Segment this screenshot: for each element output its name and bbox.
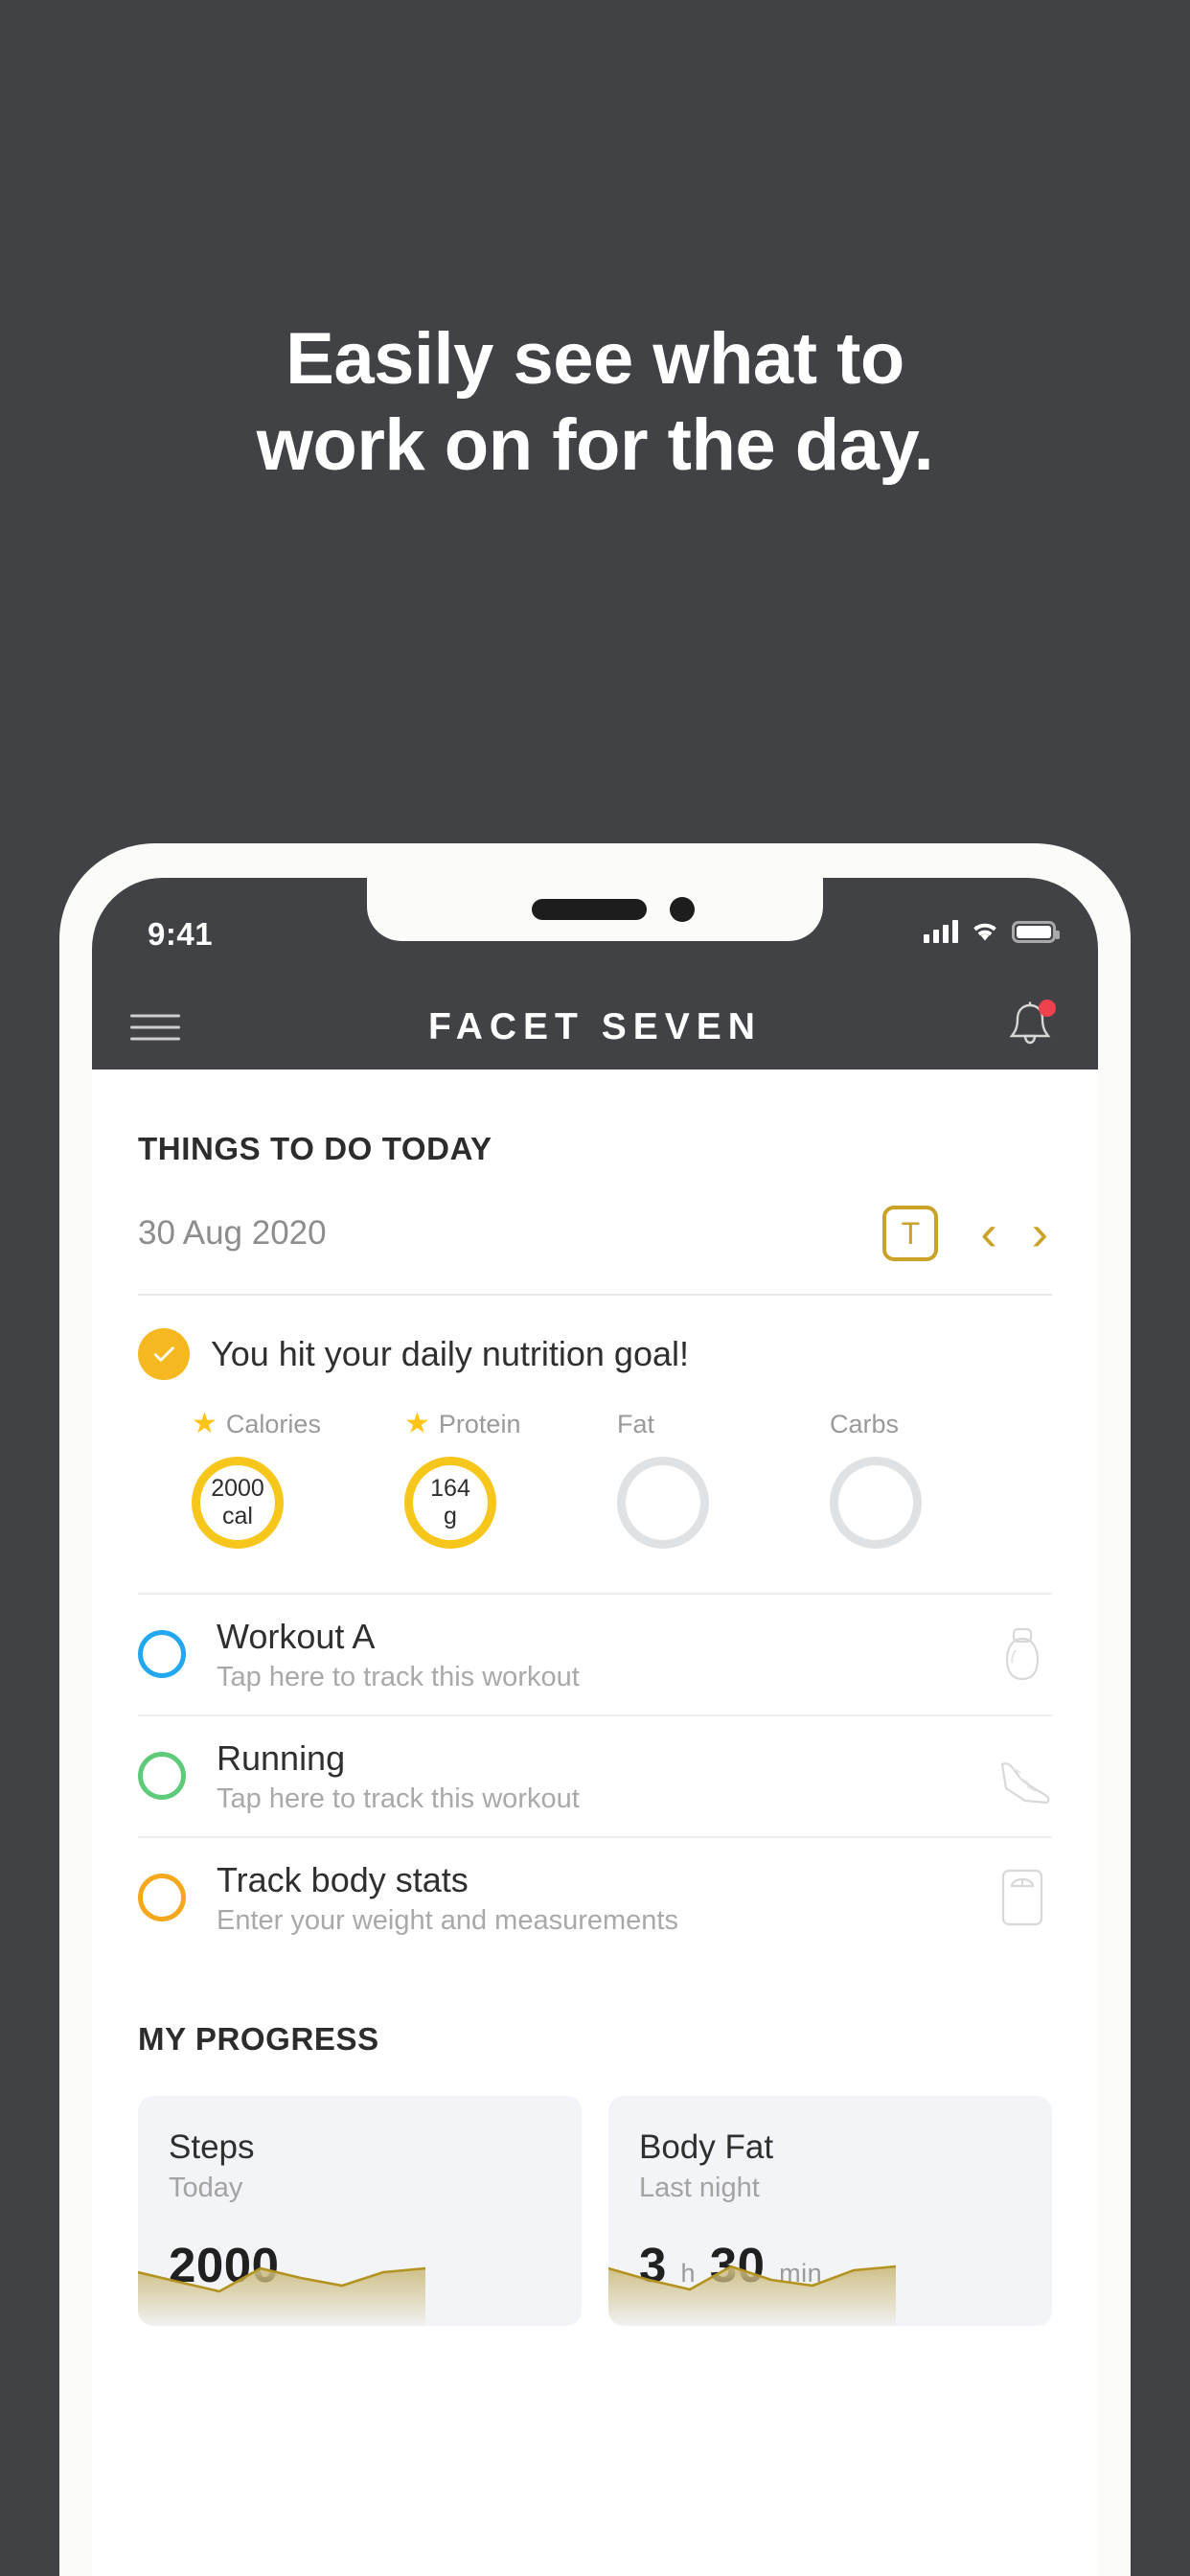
- metric-value: 164: [430, 1474, 470, 1502]
- today-button[interactable]: T: [882, 1206, 939, 1261]
- running-shoe-icon: [1000, 1762, 1050, 1805]
- task-title: Workout A: [217, 1617, 376, 1656]
- bodyfat-sparkline-chart: [608, 2265, 896, 2326]
- task-subtitle: Tap here to track this workout: [217, 1782, 580, 1814]
- status-indicators: [924, 920, 1060, 943]
- star-icon: ★: [404, 1408, 430, 1439]
- task-toggle-circle[interactable]: [138, 1874, 186, 1922]
- list-item[interactable]: Track body stats Enter your weight and m…: [138, 1835, 1052, 1958]
- metric-unit: g: [444, 1503, 457, 1530]
- nutrition-metric[interactable]: ★ Calories 2000 cal: [192, 1405, 404, 1549]
- list-item[interactable]: Workout A Tap here to track this workout: [138, 1593, 1052, 1714]
- section-title-todo: THINGS TO DO TODAY: [138, 1131, 492, 1166]
- promo-headline: Easily see what to work on for the day.: [0, 316, 1190, 488]
- task-title: Running: [217, 1737, 346, 1778]
- main-content: THINGS TO DO TODAY 30 Aug 2020 T ‹ › You…: [92, 1070, 1098, 2326]
- progress-card-list: Steps Today 2000 Body Fat Last night 3 h…: [138, 2095, 1052, 2326]
- metric-label-row: Carbs: [830, 1405, 1042, 1443]
- nutrition-message: You hit your daily nutrition goal!: [211, 1334, 689, 1373]
- metric-label-row: Fat: [617, 1405, 830, 1443]
- metric-label: Carbs: [830, 1409, 900, 1438]
- phone-screen: 9:41 FACET SEVEN THINGS TO DO TODAY 30 A…: [92, 878, 1098, 2576]
- metric-unit: cal: [222, 1503, 253, 1530]
- task-text: Workout A Tap here to track this workout: [217, 1616, 993, 1693]
- notch-camera: [670, 897, 695, 922]
- progress-card-steps[interactable]: Steps Today 2000: [138, 2095, 582, 2326]
- app-header: FACET SEVEN: [92, 985, 1098, 1070]
- nutrition-rings: ★ Calories 2000 cal ★ Protein 164 g Fat …: [138, 1405, 1052, 1549]
- phone-notch: [367, 878, 823, 941]
- metric-label: Calories: [225, 1409, 321, 1438]
- nutrition-header: You hit your daily nutrition goal!: [138, 1328, 1052, 1380]
- task-subtitle: Enter your weight and measurements: [217, 1904, 678, 1936]
- date-navigation-row: 30 Aug 2020 T ‹ ›: [138, 1167, 1052, 1296]
- nutrition-block[interactable]: You hit your daily nutrition goal! ★ Cal…: [138, 1296, 1052, 1560]
- nutrition-metric[interactable]: Carbs: [830, 1405, 1042, 1549]
- headline-line-2: work on for the day.: [256, 403, 934, 486]
- task-list: Workout A Tap here to track this workout…: [138, 1593, 1052, 1958]
- chevron-right-icon[interactable]: ›: [1032, 1208, 1048, 1258]
- metric-label: Fat: [617, 1409, 655, 1438]
- metric-ring: [830, 1457, 922, 1549]
- wifi-icon: [973, 923, 996, 941]
- metric-label: Protein: [438, 1409, 521, 1438]
- task-title: Track body stats: [217, 1859, 469, 1899]
- metric-ring: [617, 1457, 709, 1549]
- status-bar: 9:41: [92, 878, 1098, 985]
- metric-label-row: ★ Calories: [192, 1405, 404, 1443]
- task-subtitle: Tap here to track this workout: [217, 1661, 580, 1692]
- app-title: FACET SEVEN: [428, 1006, 762, 1047]
- steps-sparkline-chart: [138, 2266, 425, 2326]
- kettlebell-icon: [1005, 1628, 1040, 1681]
- task-text: Running Tap here to track this workout: [217, 1737, 993, 1815]
- star-icon: ★: [192, 1408, 217, 1439]
- card-title: Steps: [169, 2128, 255, 2166]
- list-item[interactable]: Running Tap here to track this workout: [138, 1714, 1052, 1836]
- phone-mockup-frame: 9:41 FACET SEVEN THINGS TO DO TODAY 30 A…: [59, 843, 1131, 2576]
- task-text: Track body stats Enter your weight and m…: [217, 1859, 993, 1937]
- battery-icon: [1012, 921, 1060, 943]
- cellular-signal-icon: [924, 920, 958, 943]
- nutrition-metric[interactable]: Fat: [617, 1405, 830, 1549]
- notification-button[interactable]: [1002, 998, 1058, 1057]
- notch-speaker: [532, 899, 647, 920]
- section-title-progress: MY PROGRESS: [138, 2020, 379, 2057]
- check-icon: [138, 1328, 190, 1380]
- task-toggle-circle[interactable]: [138, 1752, 186, 1801]
- progress-card-bodyfat[interactable]: Body Fat Last night 3 h 30 min: [608, 2095, 1052, 2326]
- weight-scale-icon: [1001, 1870, 1043, 1926]
- notification-badge: [1039, 1000, 1056, 1017]
- task-toggle-circle[interactable]: [138, 1630, 186, 1679]
- check-glyph: [153, 1346, 174, 1362]
- hamburger-menu-icon[interactable]: [130, 1006, 180, 1049]
- card-title: Body Fat: [639, 2128, 774, 2166]
- current-date: 30 Aug 2020: [138, 1214, 327, 1252]
- metric-ring: 2000 cal: [192, 1457, 284, 1549]
- metric-label-row: ★ Protein: [404, 1405, 617, 1443]
- metric-ring: 164 g: [404, 1457, 496, 1549]
- nutrition-metric[interactable]: ★ Protein 164 g: [404, 1405, 617, 1549]
- metric-value: 2000: [211, 1474, 264, 1502]
- headline-line-1: Easily see what to: [286, 318, 904, 400]
- card-subtitle: Last night: [639, 2172, 760, 2203]
- card-subtitle: Today: [169, 2172, 243, 2203]
- status-time: 9:41: [148, 916, 214, 952]
- chevron-left-icon[interactable]: ‹: [980, 1208, 996, 1258]
